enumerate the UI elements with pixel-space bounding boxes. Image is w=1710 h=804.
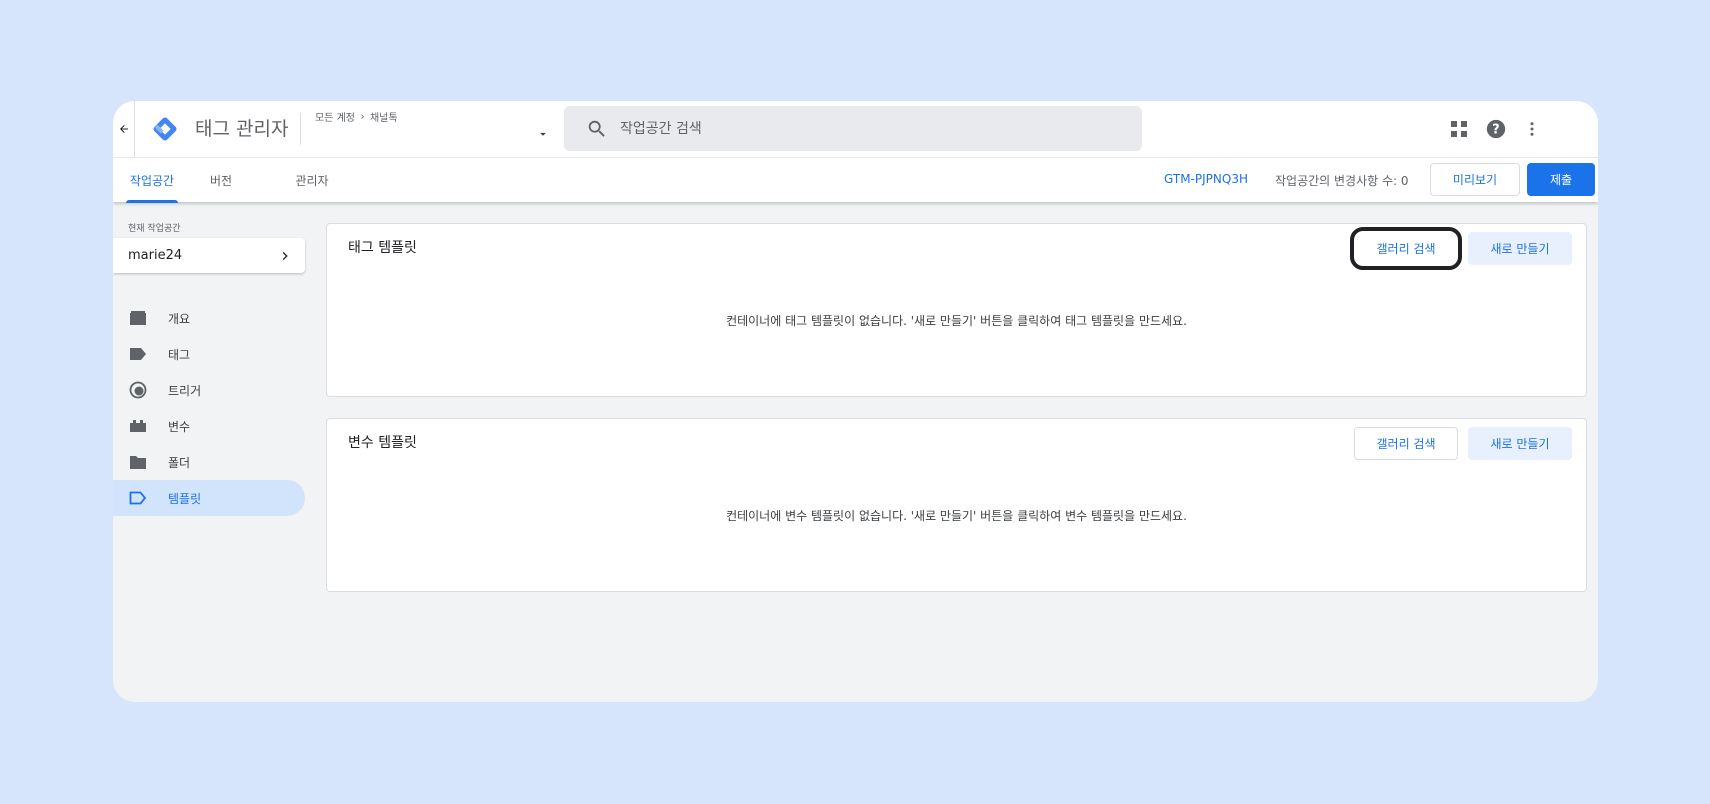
preview-button[interactable]: 미리보기 — [1430, 163, 1520, 196]
sidebar-item-label: 템플릿 — [168, 491, 202, 506]
tag-manager-logo-icon — [153, 117, 177, 141]
sidebar-item-label: 개요 — [168, 311, 191, 326]
svg-text:?: ? — [1492, 123, 1499, 138]
tag-icon — [128, 344, 148, 364]
card-title: 변수 템플릿 — [348, 435, 417, 451]
apps-button[interactable] — [1447, 117, 1471, 141]
workspace-changes-count: 작업공간의 변경사항 수: 0 — [1275, 174, 1409, 188]
breadcrumb-account[interactable]: 채널톡 — [370, 109, 398, 124]
help-button[interactable]: ? — [1484, 117, 1508, 141]
header-divider — [300, 113, 301, 145]
variable-templates-card: 변수 템플릿 갤러리 검색 새로 만들기 컨테이너에 변수 템플릿이 없습니다.… — [326, 418, 1587, 592]
breadcrumb-all-accounts[interactable]: 모든 계정 — [315, 109, 355, 124]
sidebar-item-tags[interactable]: 태그 — [113, 336, 305, 372]
tab-workspace[interactable]: 작업공간 — [126, 158, 178, 203]
new-template-button[interactable]: 새로 만들기 — [1468, 427, 1572, 460]
empty-state-text: 컨테이너에 태그 템플릿이 없습니다. '새로 만들기' 버튼을 클릭하여 태그… — [726, 314, 1187, 328]
sidebar-item-templates[interactable]: 템플릿 — [113, 480, 305, 516]
search-input[interactable] — [620, 120, 1100, 137]
variable-icon — [128, 416, 148, 436]
workspace-selector[interactable]: marie24 — [113, 238, 305, 273]
tab-versions[interactable]: 버전 — [200, 158, 242, 203]
current-workspace-label: 현재 작업공간 — [128, 224, 181, 234]
sidebar-nav: 개요 태그 트리거 변수 폴더 템플릿 — [113, 300, 305, 516]
sidebar-item-label: 트리거 — [168, 383, 202, 398]
app-title: 태그 관리자 — [195, 118, 289, 140]
arrow-back-icon — [119, 125, 128, 133]
back-button[interactable] — [113, 101, 135, 157]
help-icon: ? — [1486, 119, 1506, 139]
sidebar-item-label: 태그 — [168, 347, 191, 362]
breadcrumb[interactable]: 모든 계정 채널톡 — [315, 109, 398, 124]
sidebar-item-variables[interactable]: 변수 — [113, 408, 305, 444]
search-gallery-button[interactable]: 갤러리 검색 — [1350, 227, 1462, 270]
chevron-right-icon — [361, 114, 364, 119]
sidebar-item-label: 변수 — [168, 419, 191, 434]
empty-state-text: 컨테이너에 변수 템플릿이 없습니다. '새로 만들기' 버튼을 클릭하여 변수… — [726, 509, 1187, 523]
workspace-tabbar: 작업공간 버전 관리자 GTM-PJPNQ3H 작업공간의 변경사항 수: 0 … — [113, 157, 1598, 203]
card-title: 태그 템플릿 — [348, 240, 417, 256]
folder-icon — [128, 452, 148, 472]
more-options-button[interactable] — [1520, 117, 1544, 141]
search-gallery-button[interactable]: 갤러리 검색 — [1354, 427, 1458, 460]
sidebar-item-triggers[interactable]: 트리거 — [113, 372, 305, 408]
apps-grid-icon — [1451, 121, 1467, 137]
more-vert-icon — [1530, 122, 1534, 136]
overview-icon — [128, 308, 148, 328]
trigger-icon — [128, 380, 148, 400]
template-icon — [128, 488, 148, 508]
container-dropdown[interactable] — [536, 127, 550, 141]
app-window: 태그 관리자 모든 계정 채널톡 ? 작업공간 버전 관 — [113, 101, 1598, 702]
workspace-name: marie24 — [128, 248, 183, 263]
chevron-right-icon — [282, 251, 288, 260]
sidebar-item-overview[interactable]: 개요 — [113, 300, 305, 336]
sidebar-item-folders[interactable]: 폴더 — [113, 444, 305, 480]
sidebar-item-label: 폴더 — [168, 455, 191, 470]
search-icon — [588, 120, 605, 137]
top-header: 태그 관리자 모든 계정 채널톡 ? — [113, 101, 1598, 157]
new-template-button[interactable]: 새로 만들기 — [1468, 232, 1572, 265]
tab-admin[interactable]: 관리자 — [291, 158, 333, 203]
submit-button[interactable]: 제출 — [1527, 163, 1595, 196]
workspace-search[interactable] — [564, 106, 1142, 151]
caret-down-icon — [540, 132, 546, 136]
tag-templates-card: 태그 템플릿 갤러리 검색 새로 만들기 컨테이너에 태그 템플릿이 없습니다.… — [326, 223, 1587, 397]
container-id-link[interactable]: GTM-PJPNQ3H — [1164, 172, 1248, 186]
